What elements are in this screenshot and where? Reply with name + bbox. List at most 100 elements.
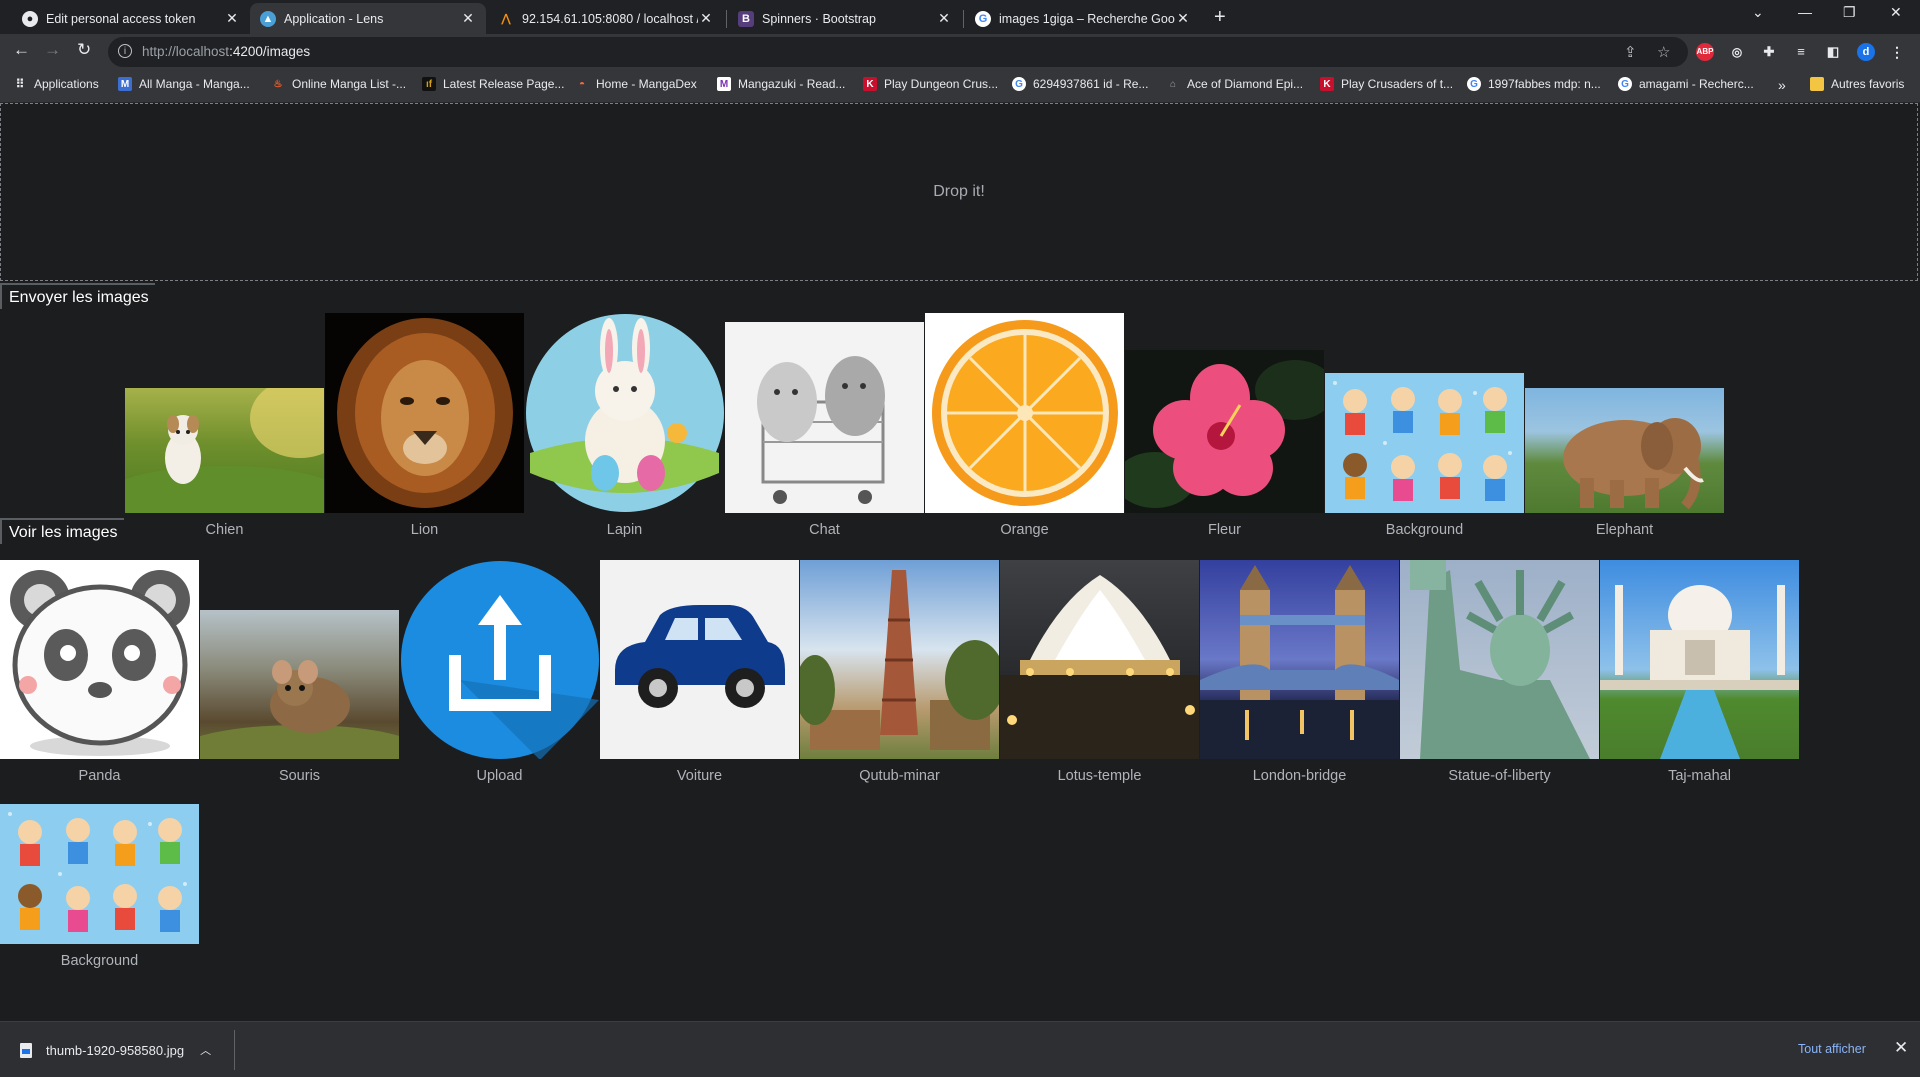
extensions-puzzle-icon[interactable]: ✚ bbox=[1760, 43, 1778, 61]
image-label: Chat bbox=[809, 522, 840, 538]
bookmarks-bar: ⠿ Applications M All Manga - Manga... ♨ … bbox=[0, 70, 1920, 103]
flower-image[interactable] bbox=[1125, 350, 1324, 513]
close-tab-icon[interactable]: ✕ bbox=[936, 10, 952, 27]
lotus-temple-image[interactable] bbox=[1000, 560, 1199, 759]
close-tab-icon[interactable]: ✕ bbox=[224, 10, 240, 27]
image-label: Orange bbox=[1000, 522, 1049, 538]
kids-background-image[interactable] bbox=[0, 804, 199, 944]
bookmark-applications[interactable]: ⠿ Applications bbox=[13, 77, 99, 91]
bookmark-mangadex[interactable]: ◓ Home - MangaDex bbox=[575, 77, 697, 91]
drop-zone[interactable]: Drop it! bbox=[0, 103, 1918, 281]
download-shelf: thumb-1920-958580.jpg ︿ Tout afficher ✕ bbox=[0, 1021, 1920, 1077]
qutub-minar-image[interactable] bbox=[800, 560, 999, 759]
kids-background-image[interactable] bbox=[1325, 373, 1524, 513]
bookmark-google-amagami[interactable]: G amagami - Recherc... bbox=[1618, 77, 1754, 91]
bunny-image[interactable] bbox=[525, 313, 724, 513]
profile-avatar[interactable]: d bbox=[1857, 43, 1875, 61]
download-item[interactable]: thumb-1920-958580.jpg ︿ bbox=[20, 1042, 211, 1058]
more-bookmarks-button[interactable]: » bbox=[1778, 77, 1786, 93]
bookmark-label: Autres favoris bbox=[1831, 77, 1905, 91]
bookmark-all-manga[interactable]: M All Manga - Manga... bbox=[118, 77, 250, 91]
bookmark-crusaders[interactable]: K Play Crusaders of t... bbox=[1320, 77, 1453, 91]
elephant-image[interactable] bbox=[1525, 388, 1724, 513]
restore-button[interactable]: ❐ bbox=[1843, 4, 1856, 21]
share-icon[interactable]: ⇪ bbox=[1624, 43, 1637, 61]
image-label: Background bbox=[60, 953, 139, 969]
bookmark-label: Online Manga List -... bbox=[292, 77, 407, 91]
tab-separator bbox=[726, 10, 727, 28]
back-icon[interactable]: ← bbox=[13, 40, 30, 60]
apps-grid-icon: ⠿ bbox=[15, 77, 25, 91]
other-bookmarks-folder[interactable]: Autres favoris bbox=[1810, 77, 1904, 91]
orange-image[interactable] bbox=[925, 313, 1124, 513]
image-label: Upload bbox=[476, 768, 523, 784]
show-all-downloads-link[interactable]: Tout afficher bbox=[1798, 1042, 1866, 1056]
tab-title: 92.154.61.105:8080 / localhost / bbox=[522, 11, 698, 26]
view-images-heading: Voir les images bbox=[0, 518, 124, 544]
mangazuki-icon: M bbox=[717, 77, 731, 91]
browser-toolbar: ← → ↻ i http://localhost:4200/images ⇪ ☆… bbox=[0, 34, 1920, 70]
site-info-icon[interactable]: i bbox=[118, 44, 132, 58]
statue-of-liberty-image[interactable] bbox=[1400, 560, 1599, 759]
bookmark-latest-release[interactable]: ıf Latest Release Page... bbox=[422, 77, 564, 91]
reload-icon[interactable]: ↻ bbox=[77, 40, 91, 60]
image-label: Souris bbox=[278, 768, 321, 784]
google-icon: G bbox=[975, 10, 991, 27]
upload-image[interactable] bbox=[400, 560, 599, 759]
close-tab-icon[interactable]: ✕ bbox=[698, 10, 714, 27]
google-icon: G bbox=[1467, 77, 1481, 91]
tab-lens[interactable]: ▲ Application - Lens ✕ bbox=[250, 3, 486, 34]
car-image[interactable] bbox=[600, 560, 799, 759]
tab-bootstrap[interactable]: B Spinners · Bootstrap ✕ bbox=[728, 3, 962, 34]
tab-title: Spinners · Bootstrap bbox=[762, 11, 876, 26]
close-tab-icon[interactable]: ✕ bbox=[460, 10, 476, 27]
forward-icon[interactable]: → bbox=[44, 40, 61, 60]
adblock-extension-icon[interactable]: ABP bbox=[1696, 43, 1714, 61]
close-download-shelf-icon[interactable]: ✕ bbox=[1894, 1038, 1908, 1058]
image-label: Chien bbox=[205, 522, 244, 538]
panda-image[interactable] bbox=[0, 560, 199, 759]
tab-title: Application - Lens bbox=[284, 11, 384, 26]
side-panel-icon[interactable]: ◧ bbox=[1824, 43, 1842, 61]
chevron-up-icon[interactable]: ︿ bbox=[200, 1042, 211, 1058]
lion-image[interactable] bbox=[325, 313, 524, 513]
bookmark-mangazuki[interactable]: M Mangazuki - Read... bbox=[717, 77, 845, 91]
manga-site-icon: M bbox=[118, 77, 132, 91]
bookmark-google-1997[interactable]: G 1997fabbes mdp: n... bbox=[1467, 77, 1601, 91]
tab-title: Edit personal access token bbox=[46, 11, 196, 26]
address-bar[interactable]: i http://localhost:4200/images ⇪ ☆ bbox=[108, 37, 1688, 67]
image-label: Background bbox=[1385, 522, 1464, 538]
bookmark-label: Ace of Diamond Epi... bbox=[1187, 77, 1304, 91]
dog-image[interactable] bbox=[125, 388, 324, 513]
image-label: London-bridge bbox=[1252, 768, 1347, 784]
reading-list-icon[interactable]: ≡ bbox=[1792, 43, 1810, 61]
new-tab-button[interactable]: + bbox=[1214, 6, 1226, 29]
glasses-extension-icon[interactable]: ◎ bbox=[1728, 43, 1746, 61]
bookmark-label: Latest Release Page... bbox=[443, 77, 565, 91]
divider bbox=[234, 1030, 235, 1070]
bookmark-dungeon-crusade[interactable]: K Play Dungeon Crus... bbox=[863, 77, 998, 91]
cats-image[interactable] bbox=[725, 322, 924, 513]
image-label: Taj-mahal bbox=[1668, 768, 1731, 784]
site-icon: ⌂ bbox=[1169, 78, 1177, 90]
close-tab-icon[interactable]: ✕ bbox=[1175, 10, 1191, 27]
bookmark-ace-of-diamond[interactable]: ⌂ Ace of Diamond Epi... bbox=[1166, 77, 1303, 91]
bootstrap-icon: B bbox=[738, 10, 754, 27]
tab-google[interactable]: G images 1giga – Recherche Googl ✕ bbox=[965, 3, 1201, 34]
tab-github[interactable]: ● Edit personal access token ✕ bbox=[12, 3, 250, 34]
mouse-image[interactable] bbox=[200, 610, 399, 759]
bookmark-google-search-id[interactable]: G 6294937861 id - Re... bbox=[1012, 77, 1148, 91]
bookmark-online-manga-list[interactable]: ♨ Online Manga List -... bbox=[271, 77, 407, 91]
image-label: Lapin bbox=[606, 522, 643, 538]
london-bridge-image[interactable] bbox=[1200, 560, 1399, 759]
phpmyadmin-icon: ⋀ bbox=[501, 13, 511, 25]
image-label: Elephant bbox=[1595, 522, 1654, 538]
minimize-button[interactable]: — bbox=[1798, 4, 1812, 20]
menu-kebab-icon[interactable]: ⋮ bbox=[1888, 43, 1906, 61]
close-window-button[interactable]: ✕ bbox=[1890, 4, 1902, 21]
bookmark-star-icon[interactable]: ☆ bbox=[1657, 43, 1670, 61]
bookmark-label: Applications bbox=[34, 77, 99, 91]
tab-phpmyadmin[interactable]: ⋀ 92.154.61.105:8080 / localhost / ✕ bbox=[488, 3, 724, 34]
taj-mahal-image[interactable] bbox=[1600, 560, 1799, 759]
tab-search-icon[interactable]: ⌄ bbox=[1752, 4, 1764, 21]
